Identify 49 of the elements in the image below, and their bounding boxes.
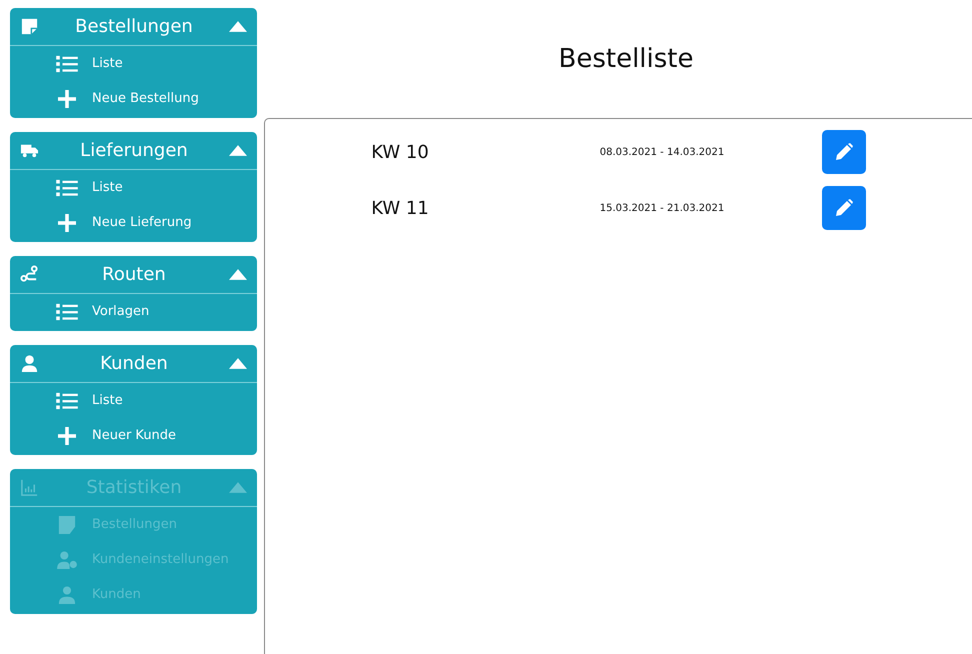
note-icon xyxy=(56,516,78,534)
section-header[interactable]: Bestellungen xyxy=(10,8,257,46)
section-title: Routen xyxy=(101,264,167,285)
item-label: Neue Bestellung xyxy=(92,91,199,106)
menu-item[interactable]: Liste xyxy=(10,383,257,418)
section-title: Kunden xyxy=(99,353,169,374)
item-label: Neue Lieferung xyxy=(92,215,192,230)
edit-button[interactable] xyxy=(822,186,866,230)
section-title: Bestellungen xyxy=(74,16,194,37)
week-label: KW 11 xyxy=(370,198,430,218)
user-icon xyxy=(56,586,78,604)
menu-item[interactable]: Neuer Kunde xyxy=(10,418,257,453)
item-label: Kunden xyxy=(92,587,141,602)
user-icon xyxy=(20,354,39,373)
item-label: Liste xyxy=(92,56,123,71)
date-range: 15.03.2021 - 21.03.2021 xyxy=(598,202,726,214)
date-range: 08.03.2021 - 14.03.2021 xyxy=(598,146,726,158)
item-label: Liste xyxy=(92,180,123,195)
section-title: Statistiken xyxy=(85,477,183,498)
menu-item[interactable]: Liste xyxy=(10,46,257,81)
pencil-icon xyxy=(834,198,854,218)
item-label: Vorlagen xyxy=(92,304,150,319)
item-label: Kundeneinstellungen xyxy=(92,552,229,567)
pencil-icon xyxy=(834,142,854,162)
menu-item[interactable]: Neue Bestellung xyxy=(10,81,257,116)
menu-item[interactable]: Neue Lieferung xyxy=(10,205,257,240)
plus-icon xyxy=(56,426,78,444)
item-label: Bestellungen xyxy=(92,517,177,532)
page-title: Bestelliste xyxy=(558,43,694,76)
plus-icon xyxy=(56,90,78,108)
chart-icon xyxy=(20,478,39,497)
list-icon xyxy=(56,392,78,410)
plus-icon xyxy=(56,214,78,232)
route-icon xyxy=(20,265,39,284)
week-label: KW 10 xyxy=(370,142,430,162)
user-gear-icon xyxy=(56,550,78,568)
list-icon xyxy=(56,54,78,72)
menu-item[interactable]: Liste xyxy=(10,170,257,205)
section-header[interactable]: Kunden xyxy=(10,345,257,383)
menu-item[interactable]: Vorlagen xyxy=(10,294,257,329)
section-header[interactable]: Routen xyxy=(10,256,257,294)
edit-button[interactable] xyxy=(822,130,866,174)
list-icon xyxy=(56,302,78,320)
item-label: Neuer Kunde xyxy=(92,428,176,443)
list-icon xyxy=(56,178,78,196)
section-header[interactable]: Lieferungen xyxy=(10,132,257,170)
section-title: Lieferungen xyxy=(79,140,189,161)
note-icon xyxy=(20,17,39,36)
item-label: Liste xyxy=(92,393,123,408)
